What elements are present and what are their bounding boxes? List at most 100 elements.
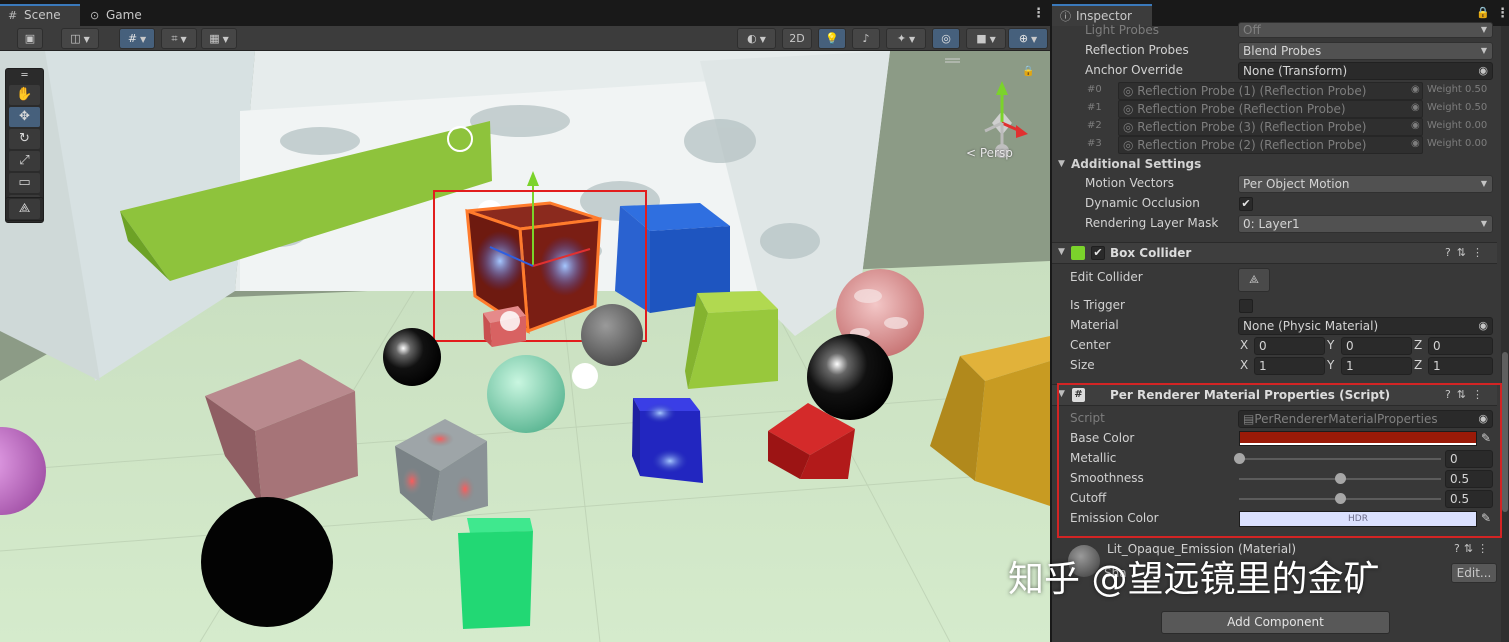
eye-hidden-icon: ◎	[941, 32, 951, 45]
box-collider-enabled-checkbox[interactable]: ✔	[1091, 246, 1105, 260]
edit-shader-button[interactable]: Edit...	[1451, 563, 1497, 583]
edit-collider-label: Edit Collider	[1070, 270, 1143, 284]
probe-field[interactable]: ◎ Reflection Probe (1) (Reflection Probe…	[1118, 82, 1423, 100]
light-probes-dropdown[interactable]: Off ▼	[1238, 22, 1493, 38]
foldout-expanded-icon: ▼	[1058, 247, 1065, 257]
foldout-expanded-icon: ▼	[1058, 159, 1065, 169]
increment-snap-button[interactable]: ⌗ ▼	[161, 28, 197, 49]
probe-field[interactable]: ◎ Reflection Probe (Reflection Probe)	[1118, 100, 1423, 118]
rect-tool-button[interactable]: ▭	[9, 173, 40, 193]
scene-more-icon[interactable]: ⋮	[1032, 6, 1045, 21]
probe-field[interactable]: ◎ Reflection Probe (2) (Reflection Probe…	[1118, 136, 1423, 154]
draw-mode-icon: ▣	[24, 32, 36, 45]
component-menu-icon[interactable]: ⋮	[1472, 246, 1489, 259]
additional-settings-foldout[interactable]: ▼ Additional Settings	[1052, 155, 1497, 175]
probe-picker-icon[interactable]: ◉	[1411, 102, 1420, 113]
reflection-probes-dropdown[interactable]: Blend Probes ▼	[1238, 42, 1493, 60]
rendering-layer-mask-dropdown[interactable]: 0: Layer1 ▼	[1238, 215, 1493, 233]
preset-icon[interactable]: ⇅	[1457, 246, 1472, 259]
scale-icon: ⤢	[19, 153, 30, 168]
scene-viewport[interactable]: 🔒 < Persp	[0, 51, 1050, 642]
collider-material-field[interactable]: None (Physic Material) ◉	[1238, 317, 1493, 335]
probe-field[interactable]: ◎ Reflection Probe (3) (Reflection Probe…	[1118, 118, 1423, 136]
object-picker-icon[interactable]: ◉	[1478, 318, 1488, 334]
component-menu-icon[interactable]: ⋮	[1477, 542, 1492, 555]
size-z-field[interactable]: 1	[1428, 357, 1493, 375]
lighting-toggle-button[interactable]: 💡	[818, 28, 846, 49]
probe-row: #0 ◎ Reflection Probe (1) (Reflection Pr…	[1052, 81, 1497, 101]
gizmo-globe-icon: ⊕	[1018, 32, 1029, 45]
lock-icon[interactable]: 🔒	[1476, 6, 1490, 19]
inspector-scrollbar[interactable]	[1501, 26, 1509, 642]
tab-scene[interactable]: # Scene	[0, 4, 80, 26]
shading-sphere-icon: ◐	[747, 32, 757, 45]
center-y-field[interactable]: 0	[1341, 337, 1412, 355]
gizmo-toggle-button[interactable]: ▣	[17, 28, 43, 49]
anchor-override-field[interactable]: None (Transform) ◉	[1238, 62, 1493, 80]
projection-label[interactable]: < Persp	[966, 146, 1013, 160]
2d-toggle-button[interactable]: 2D	[782, 28, 812, 49]
probe-weight: Weight 0.50	[1427, 102, 1488, 113]
box-collider-header[interactable]: ▼ ✔ Box Collider ?⇅⋮	[1052, 242, 1497, 264]
object-picker-icon[interactable]: ◉	[1478, 63, 1488, 79]
grid-snap-button[interactable]: # ▼	[119, 28, 155, 49]
dynamic-occlusion-label: Dynamic Occlusion	[1085, 196, 1200, 210]
scene-render: 🔒	[0, 51, 1050, 642]
light-probes-label: Light Probes	[1085, 23, 1160, 37]
collider-material-label: Material	[1070, 318, 1119, 332]
custom-tools-overlay: ⟁	[5, 197, 44, 221]
axis-x-label: X	[1240, 358, 1249, 372]
scrollbar-thumb[interactable]	[1502, 352, 1508, 512]
motion-vectors-dropdown[interactable]: Per Object Motion ▼	[1238, 175, 1493, 193]
scale-tool-button[interactable]: ⤢	[9, 151, 40, 171]
rotate-icon: ↻	[19, 131, 30, 146]
shading-mode-button[interactable]: ◐ ▼	[737, 28, 776, 49]
camera-settings-button[interactable]: ■ ▼	[966, 28, 1006, 49]
hand-icon: ✋	[16, 87, 33, 102]
hand-tool-button[interactable]: ✋	[9, 85, 40, 105]
is-trigger-checkbox[interactable]	[1239, 299, 1253, 313]
object-mode-button[interactable]: ◫ ▼	[61, 28, 99, 49]
probe-picker-icon[interactable]: ◉	[1411, 138, 1420, 149]
is-trigger-label: Is Trigger	[1070, 298, 1125, 312]
cube-outline-icon: ◫	[70, 32, 81, 45]
edit-collider-button[interactable]: ⟁	[1238, 268, 1270, 292]
probe-picker-icon[interactable]: ◉	[1411, 84, 1420, 95]
rendering-layer-mask-label: Rendering Layer Mask	[1085, 216, 1219, 230]
move-tool-button[interactable]: ✥	[9, 107, 40, 127]
grid-visibility-button[interactable]: ▦ ▼	[201, 28, 237, 49]
gizmos-button[interactable]: ⊕ ▼	[1008, 28, 1048, 49]
rect-transform-icon: ▭	[18, 175, 31, 190]
size-y-field[interactable]: 1	[1341, 357, 1412, 375]
grid-icon: ▦	[209, 32, 220, 45]
axis-y-label: Y	[1327, 358, 1335, 372]
inspector-panel: ⓘ Inspector 🔒 ⋮ Light Probes Off ▼ Reflect…	[1052, 0, 1509, 642]
grid-snap-icon: #	[127, 32, 138, 45]
center-z-field[interactable]: 0	[1428, 337, 1493, 355]
center-x-field[interactable]: 0	[1254, 337, 1325, 355]
row-rendering-layer-mask: Rendering Layer Mask 0: Layer1 ▼	[1052, 214, 1497, 234]
light-bulb-icon: 💡	[825, 32, 839, 45]
size-x-field[interactable]: 1	[1254, 357, 1325, 375]
edit-collider-tool-button[interactable]: ⟁	[9, 199, 40, 219]
row-center: Center X 0 Y 0 Z 0	[1052, 336, 1497, 356]
tab-game[interactable]: ⊙ Game	[82, 4, 158, 26]
snap-increment-icon: ⌗	[171, 32, 178, 45]
dynamic-occlusion-checkbox[interactable]: ✔	[1239, 197, 1253, 211]
row-size: Size X 1 Y 1 Z 1	[1052, 356, 1497, 376]
help-icon[interactable]: ?	[1445, 246, 1457, 259]
component-header-icons: ?⇅⋮	[1445, 246, 1489, 259]
preset-icon[interactable]: ⇅	[1464, 542, 1477, 555]
inspector-more-icon[interactable]: ⋮	[1496, 6, 1509, 21]
probe-picker-icon[interactable]: ◉	[1411, 120, 1420, 131]
scene-visibility-button[interactable]: ◎	[932, 28, 960, 49]
audio-toggle-button[interactable]: ♪	[852, 28, 880, 49]
overlay-handle-icon[interactable]: ═	[9, 71, 40, 81]
collider-edit-icon: ⟁	[1249, 273, 1259, 286]
help-icon[interactable]: ?	[1454, 542, 1464, 555]
effects-button[interactable]: ✦ ▼	[886, 28, 926, 49]
move-arrows-icon: ✥	[19, 109, 30, 124]
add-component-button[interactable]: Add Component	[1161, 611, 1390, 634]
rotate-tool-button[interactable]: ↻	[9, 129, 40, 149]
axis-z-label: Z	[1414, 338, 1423, 352]
